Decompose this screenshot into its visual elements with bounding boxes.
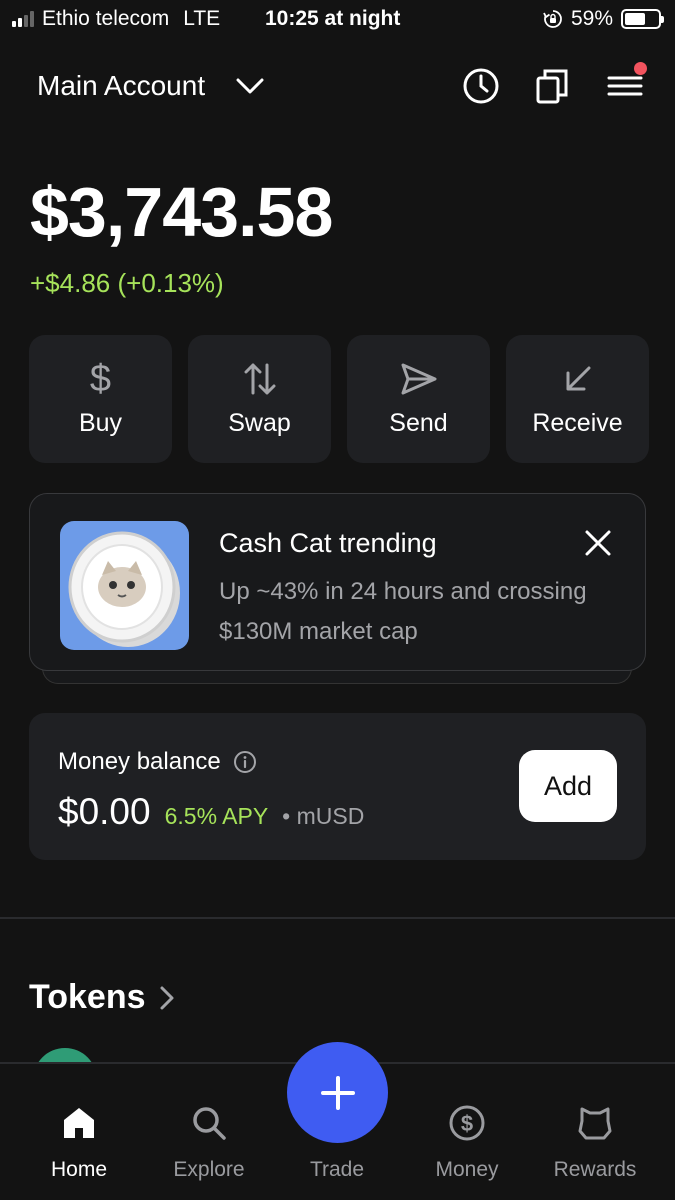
nav-money-label: Money <box>435 1158 499 1181</box>
promo-title: Cash Cat trending <box>219 528 437 558</box>
notification-dot <box>634 62 647 75</box>
carrier-info: Ethio telecom LTE <box>12 7 220 31</box>
chevron-right-icon <box>160 986 174 1009</box>
portfolio-change: +$4.86 (+0.13%) <box>30 268 224 298</box>
trade-button[interactable] <box>287 1042 388 1143</box>
apy-rate: 6.5% APY <box>164 803 269 829</box>
money-balance-label: Money balance <box>58 748 221 775</box>
nav-explore-label: Explore <box>173 1158 245 1181</box>
money-icon: $ <box>449 1105 485 1141</box>
menu-button[interactable] <box>605 62 647 106</box>
nav-home-label: Home <box>50 1158 108 1181</box>
portfolio-balance: $3,743.58 <box>30 173 333 251</box>
status-bar: Ethio telecom LTE 10:25 at night 59% <box>0 0 675 40</box>
section-divider <box>0 917 675 919</box>
search-icon <box>193 1107 226 1140</box>
account-switcher[interactable]: Main Account <box>37 70 265 102</box>
money-balance-value: $0.00 <box>58 791 151 832</box>
money-currency: mUSD <box>296 803 365 829</box>
battery-icon <box>621 9 664 29</box>
signal-icon <box>12 11 34 27</box>
status-time: 10:25 at night <box>265 7 401 30</box>
home-icon <box>64 1108 94 1138</box>
nav-explore[interactable]: Explore <box>144 1064 274 1200</box>
swap-label: Swap <box>228 409 291 437</box>
send-icon <box>399 359 439 399</box>
receive-button[interactable]: Receive <box>506 335 649 463</box>
clock-icon[interactable] <box>461 66 501 106</box>
nav-rewards[interactable]: Rewards <box>530 1064 660 1200</box>
send-button[interactable]: Send <box>347 335 490 463</box>
close-icon[interactable] <box>583 528 613 558</box>
dollar-icon: $ <box>89 358 112 400</box>
buy-label: Buy <box>78 409 123 437</box>
money-balance-label-row: Money balance <box>58 748 257 776</box>
battery-percent: 59% <box>570 7 613 30</box>
send-label: Send <box>389 409 448 437</box>
info-icon[interactable] <box>233 750 257 774</box>
add-money-button[interactable]: Add <box>519 750 617 822</box>
receive-label: Receive <box>532 409 623 437</box>
promo-card[interactable]: Cash Cat trending Up ~43% in 24 hours an… <box>29 493 646 671</box>
rotation-lock-icon <box>543 10 562 28</box>
account-name: Main Account <box>37 70 206 101</box>
action-bar: $ Buy Swap Send Receive <box>29 335 649 463</box>
nav-trade-label: Trade <box>309 1158 365 1181</box>
chevron-down-icon <box>236 78 264 94</box>
plus-icon <box>320 1075 355 1110</box>
nav-home[interactable]: Home <box>14 1064 144 1200</box>
network-type: LTE <box>183 7 221 30</box>
money-balance-amount-row: $0.00 6.5% APY • mUSD <box>58 791 364 833</box>
nav-rewards-label: Rewards <box>553 1158 637 1181</box>
carrier-name: Ethio telecom <box>42 7 170 30</box>
svg-text:$: $ <box>461 1111 473 1136</box>
money-currency-row: • mUSD <box>282 803 365 829</box>
nav-money[interactable]: $ Money <box>402 1064 532 1200</box>
money-balance-card: Money balance $0.00 6.5% APY • mUSD Add <box>29 713 646 860</box>
promo-body: Up ~43% in 24 hours and crossing $130M m… <box>219 578 587 645</box>
buy-button[interactable]: $ Buy <box>29 335 172 463</box>
tokens-section-link[interactable]: Tokens <box>29 978 176 1017</box>
receive-icon <box>558 359 598 399</box>
swap-icon <box>240 359 280 399</box>
cash-cat-token-image <box>60 521 189 650</box>
header: Main Account <box>0 62 675 112</box>
swap-button[interactable]: Swap <box>188 335 331 463</box>
tokens-title: Tokens <box>29 978 146 1016</box>
rewards-icon <box>578 1107 612 1140</box>
copy-icon[interactable] <box>532 66 572 106</box>
